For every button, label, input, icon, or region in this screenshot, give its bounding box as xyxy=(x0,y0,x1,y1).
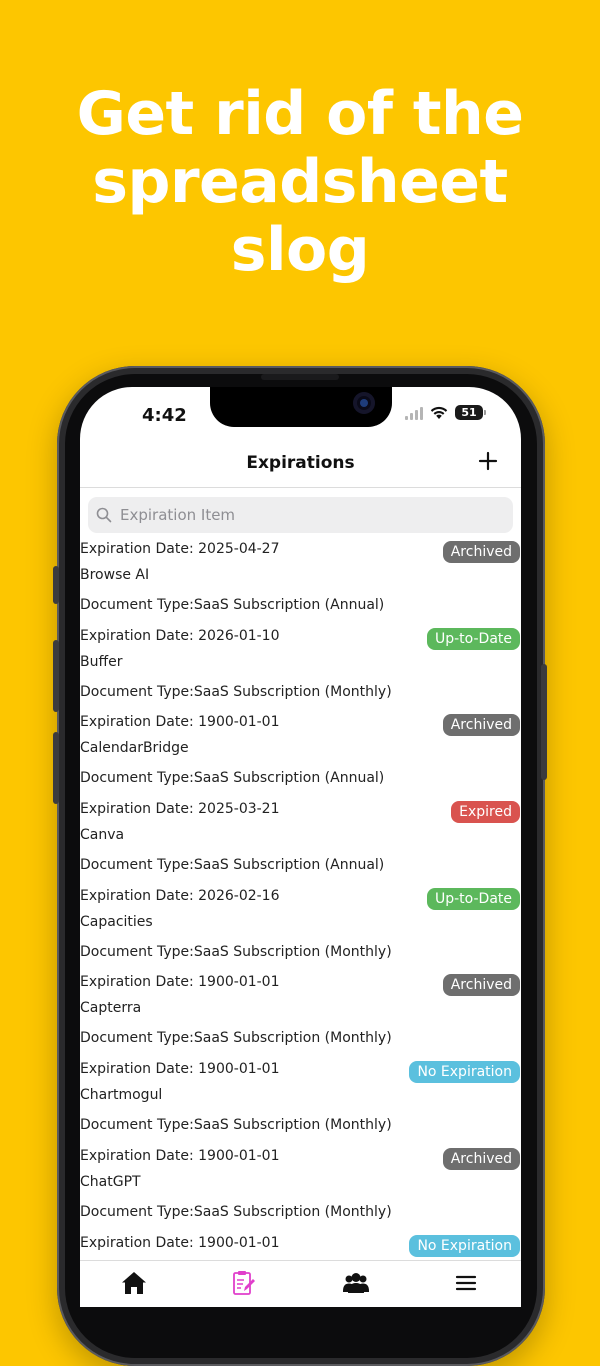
status-badge: No Expiration xyxy=(409,1234,520,1257)
item-name: Canva xyxy=(80,827,125,844)
tab-home[interactable] xyxy=(120,1269,148,1297)
tab-people[interactable] xyxy=(342,1269,370,1297)
item-name: CalendarBridge xyxy=(80,740,189,757)
status-badge: No Expiration xyxy=(409,1061,520,1084)
document-edit-icon xyxy=(233,1271,255,1295)
status-icons: 51 xyxy=(405,405,486,420)
expiration-date: Expiration Date: 2025-04-27 xyxy=(80,541,280,557)
wifi-icon xyxy=(430,406,448,419)
search-bar[interactable] xyxy=(88,497,513,533)
list-item[interactable]: Expiration Date: 2025-04-27 Browse AI Do… xyxy=(80,540,521,627)
document-type: Document Type:SaaS Subscription (Monthly… xyxy=(80,943,392,960)
document-type: Document Type:SaaS Subscription (Monthly… xyxy=(80,683,392,700)
item-name: ChatGPT xyxy=(80,1173,141,1190)
headline-line-1: Get rid of the xyxy=(76,79,524,149)
document-type: Document Type:SaaS Subscription (Monthly… xyxy=(80,1117,392,1134)
home-icon xyxy=(122,1272,146,1294)
expiration-date: Expiration Date: 1900-01-01 xyxy=(80,1234,280,1251)
volume-up-button xyxy=(53,640,59,712)
expiration-date: Expiration Date: 2025-03-21 xyxy=(80,801,280,818)
expiration-date: Expiration Date: 2026-02-16 xyxy=(80,887,280,904)
tab-menu[interactable] xyxy=(452,1269,480,1297)
list-item[interactable]: Expiration Date: 1900-01-01 CalendarBrid… xyxy=(80,713,521,800)
document-type: Document Type:SaaS Subscription (Monthly… xyxy=(80,1203,392,1220)
cellular-signal-icon xyxy=(405,406,423,420)
headline: Get rid of the spreadsheet slog xyxy=(0,80,600,284)
status-time: 4:42 xyxy=(142,405,187,426)
expiration-date: Expiration Date: 1900-01-01 xyxy=(80,1147,280,1164)
item-name: Capterra xyxy=(80,1000,142,1017)
app-screen: 4:42 51 Expirations Expiration Date: 202… xyxy=(80,387,521,1307)
menu-icon xyxy=(455,1275,477,1291)
front-camera xyxy=(353,392,375,414)
list-item[interactable]: Expiration Date: 2026-01-10 Buffer Docum… xyxy=(80,627,521,714)
power-button xyxy=(541,664,547,780)
status-badge: Expired xyxy=(451,801,520,824)
expiration-date: Expiration Date: 1900-01-01 xyxy=(80,714,280,731)
status-badge: Up-to-Date xyxy=(426,627,520,650)
people-icon xyxy=(343,1273,369,1293)
expiration-date: Expiration Date: 1900-01-01 xyxy=(80,974,280,991)
page-title: Expirations xyxy=(246,453,355,473)
list-item[interactable]: Expiration Date: 2025-03-21 Canva Docume… xyxy=(80,800,521,887)
status-badge: Up-to-Date xyxy=(426,887,520,910)
camera-notch xyxy=(210,387,392,427)
volume-down-button xyxy=(53,732,59,804)
document-type: Document Type:SaaS Subscription (Annual) xyxy=(80,857,385,874)
tab-expirations[interactable] xyxy=(230,1269,258,1297)
search-input[interactable] xyxy=(118,505,502,525)
list-item[interactable]: Expiration Date: 1900-01-01 Chartmogul D… xyxy=(80,1060,521,1147)
status-badge: Archived xyxy=(442,1147,520,1170)
headline-line-3: slog xyxy=(230,215,370,285)
status-badge: Archived xyxy=(442,974,520,997)
document-type: Document Type:SaaS Subscription (Annual) xyxy=(80,597,385,613)
expiration-date: Expiration Date: 2026-01-10 xyxy=(80,627,280,644)
headline-line-2: spreadsheet xyxy=(92,147,508,217)
speaker-grille xyxy=(261,374,339,380)
search-icon xyxy=(96,507,112,523)
list-item[interactable]: Expiration Date: 1900-01-01 ChatGPT Docu… xyxy=(80,1147,521,1234)
expiration-list: Expiration Date: 2025-04-27 Browse AI Do… xyxy=(80,540,521,1307)
item-name: Buffer xyxy=(80,653,123,670)
battery-icon: 51 xyxy=(455,405,486,420)
status-badge: Archived xyxy=(442,714,520,737)
plus-icon[interactable] xyxy=(477,450,499,472)
list-item[interactable]: Expiration Date: 2026-02-16 Capacities D… xyxy=(80,887,521,974)
tab-bar xyxy=(80,1260,521,1307)
document-type: Document Type:SaaS Subscription (Monthly… xyxy=(80,1030,392,1047)
item-name: Chartmogul xyxy=(80,1087,163,1104)
nav-bar: Expirations xyxy=(80,445,521,488)
expiration-date: Expiration Date: 1900-01-01 xyxy=(80,1061,280,1078)
item-name: Browse AI xyxy=(80,567,150,583)
silent-switch xyxy=(53,566,59,604)
status-badge: Archived xyxy=(442,541,520,563)
document-type: Document Type:SaaS Subscription (Annual) xyxy=(80,770,385,787)
list-item[interactable]: Expiration Date: 1900-01-01 Capterra Doc… xyxy=(80,973,521,1060)
item-name: Capacities xyxy=(80,913,153,930)
